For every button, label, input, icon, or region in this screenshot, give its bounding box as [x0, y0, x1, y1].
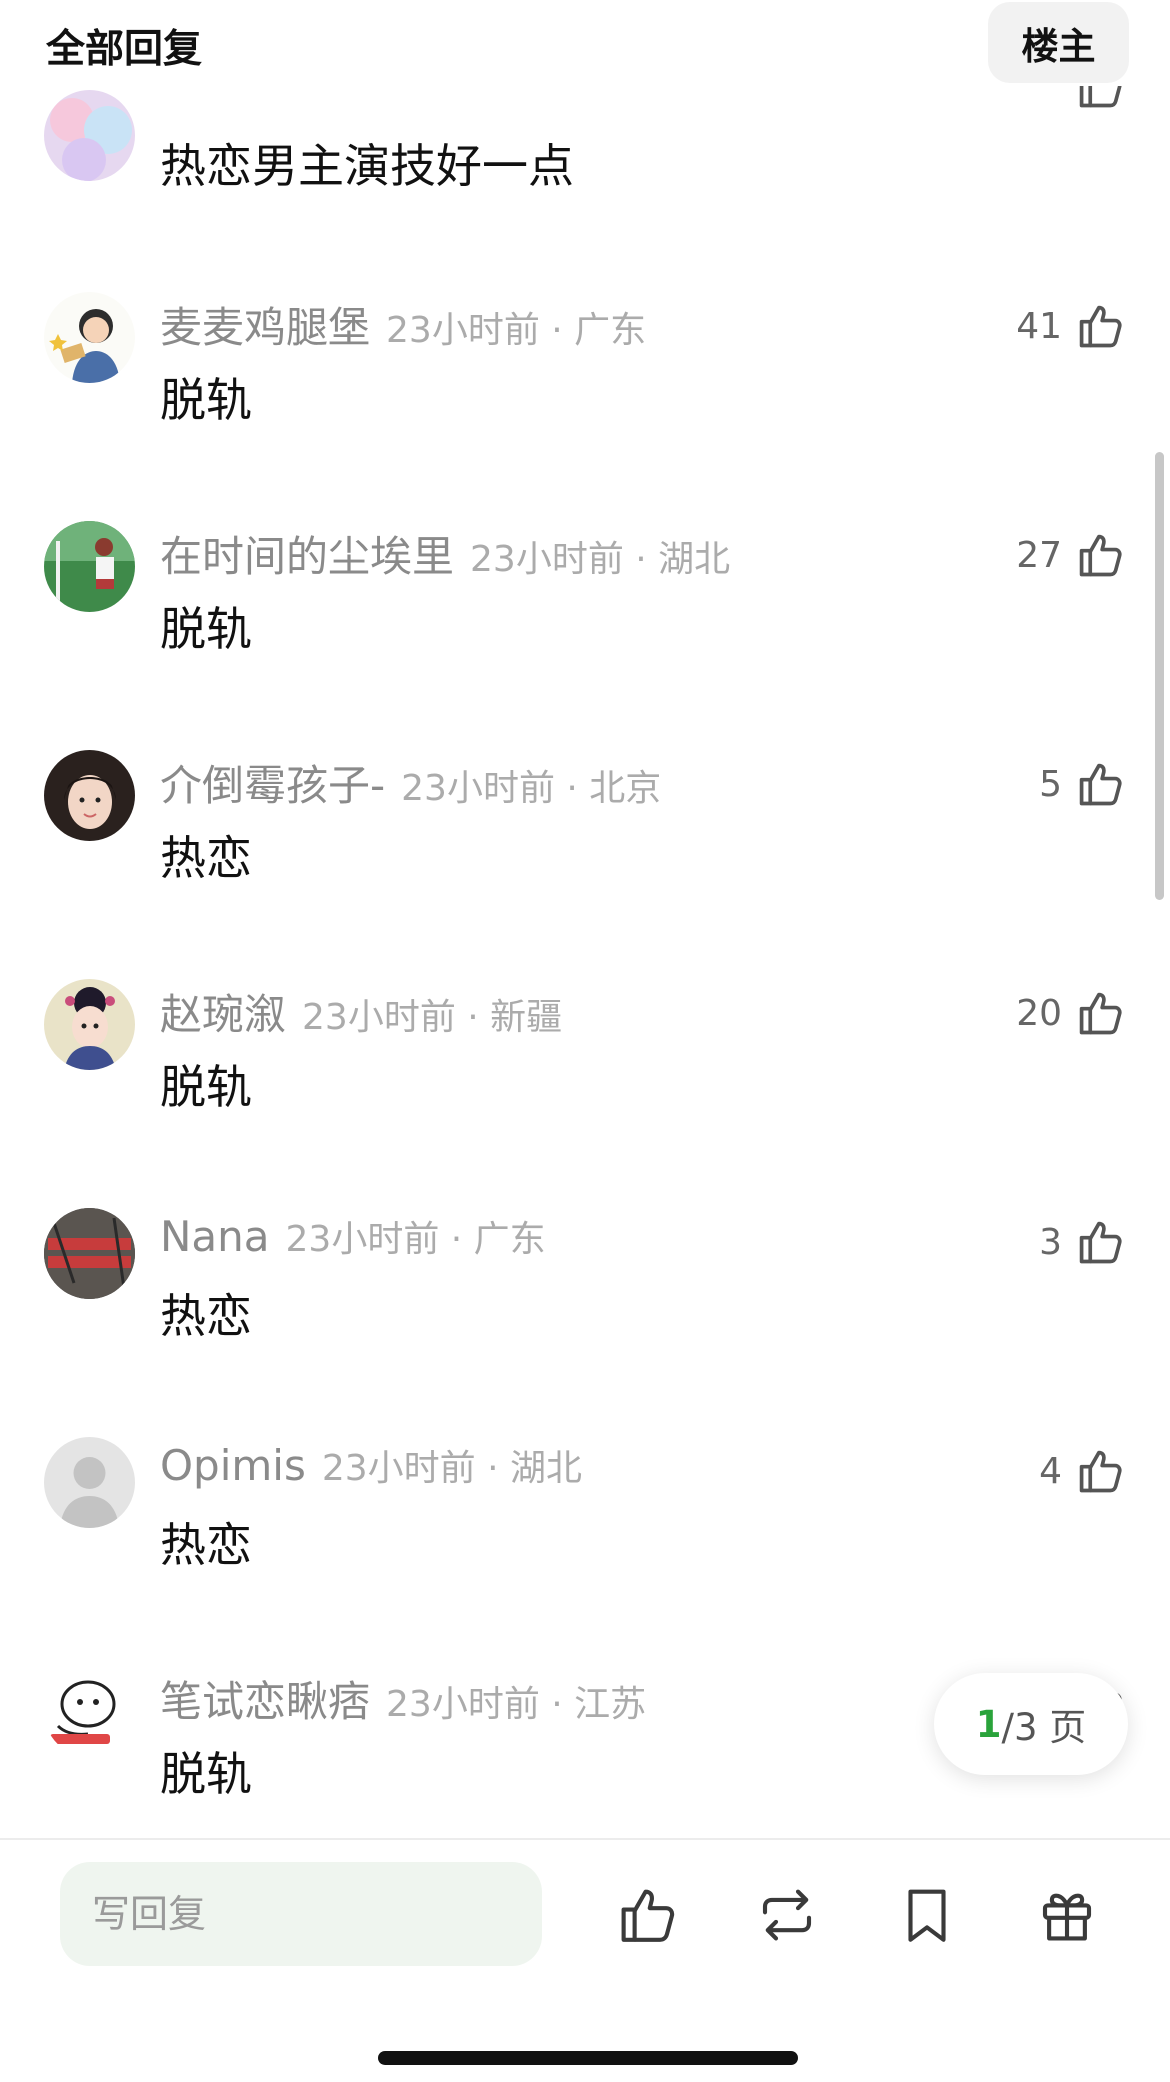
comment-meta: 在时间的尘埃里 23小时前 · 湖北	[160, 523, 730, 581]
like-count: 41	[1016, 305, 1062, 347]
like-button[interactable]: 41	[1016, 296, 1126, 356]
thumb-up-icon	[1079, 1221, 1122, 1264]
like-button[interactable]: 5	[1039, 754, 1126, 814]
comment-text: 脱轨	[160, 373, 252, 427]
like-count: 3	[1039, 1221, 1062, 1263]
comment-meta: 麦麦鸡腿堡 23小时前 · 广东	[160, 294, 646, 352]
current-page: 1	[975, 1702, 1002, 1746]
comment-list[interactable]: 热恋男主演技好一点 麦麦鸡腿堡 23小时前 · 广东 脱轨 41 在时间的尘埃里…	[0, 0, 1170, 1838]
header: 全部回复 楼主	[0, 0, 1170, 86]
thumb-up-icon	[1079, 1450, 1122, 1493]
thumb-up-icon[interactable]	[614, 1882, 680, 1948]
home-indicator[interactable]	[378, 2051, 798, 2065]
timestamp-location: 23小时前 · 广东	[285, 1219, 546, 1260]
comment-item: 热恋男主演技好一点	[0, 58, 1170, 258]
comment-meta: Nana 23小时前 · 广东	[160, 1210, 546, 1261]
comment-meta: 赵琬溆 23小时前 · 新疆	[160, 981, 562, 1039]
username[interactable]: 赵琬溆	[160, 981, 286, 1042]
timestamp-location: 23小时前 · 江苏	[386, 1684, 647, 1725]
username[interactable]: Nana	[160, 1212, 270, 1261]
reply-input[interactable]	[60, 1862, 542, 1966]
username[interactable]: 介倒霉孩子-	[160, 752, 385, 813]
like-count: 27	[1016, 534, 1062, 576]
username[interactable]: Opimis	[160, 1441, 306, 1490]
page-title: 全部回复	[46, 27, 203, 72]
like-count: 20	[1016, 992, 1062, 1034]
comment-text: 热恋	[160, 1518, 252, 1572]
avatar[interactable]	[44, 1437, 135, 1528]
timestamp-location: 23小时前 · 湖北	[321, 1448, 582, 1489]
timestamp-location: 23小时前 · 北京	[401, 768, 662, 809]
avatar[interactable]	[44, 750, 135, 841]
comment-meta: Opimis 23小时前 · 湖北	[160, 1439, 582, 1490]
comment-item: 在时间的尘埃里 23小时前 · 湖北 脱轨 27	[0, 521, 1170, 721]
comment-item: 赵琬溆 23小时前 · 新疆 脱轨 20	[0, 979, 1170, 1179]
like-count: 5	[1039, 763, 1062, 805]
avatar[interactable]	[44, 1208, 135, 1299]
like-count: 4	[1039, 1450, 1062, 1492]
thumb-up-icon	[1079, 534, 1122, 577]
username[interactable]: 笔试恋瞅痞	[160, 1668, 370, 1729]
avatar[interactable]	[44, 1666, 135, 1757]
op-only-button[interactable]: 楼主	[988, 2, 1129, 83]
bookmark-icon[interactable]	[894, 1882, 960, 1948]
gift-icon[interactable]	[1034, 1882, 1100, 1948]
username[interactable]: 在时间的尘埃里	[160, 523, 454, 584]
comment-meta: 介倒霉孩子- 23小时前 · 北京	[160, 752, 661, 810]
avatar[interactable]	[44, 979, 135, 1070]
timestamp-location: 23小时前 · 湖北	[470, 539, 731, 580]
thumb-up-icon	[1079, 763, 1122, 806]
comment-text: 热恋	[160, 1289, 252, 1343]
avatar[interactable]	[44, 90, 135, 181]
page-indicator[interactable]: 1/3 页	[934, 1673, 1128, 1775]
like-button[interactable]: 20	[1016, 983, 1126, 1043]
avatar[interactable]	[44, 292, 135, 383]
comment-text: 热恋	[160, 831, 252, 885]
timestamp-location: 23小时前 · 新疆	[302, 997, 563, 1038]
comment-item: 麦麦鸡腿堡 23小时前 · 广东 脱轨 41	[0, 292, 1170, 492]
like-button[interactable]: 3	[1039, 1212, 1126, 1272]
comment-item: Nana 23小时前 · 广东 热恋 3	[0, 1208, 1170, 1408]
comment-text: 脱轨	[160, 1747, 252, 1801]
avatar[interactable]	[44, 521, 135, 612]
timestamp-location: 23小时前 · 广东	[386, 310, 647, 351]
thumb-up-icon	[1079, 992, 1122, 1035]
comment-item: Opimis 23小时前 · 湖北 热恋 4	[0, 1437, 1170, 1637]
thumb-up-icon	[1079, 305, 1122, 348]
like-button[interactable]: 4	[1039, 1441, 1126, 1501]
username[interactable]: 麦麦鸡腿堡	[160, 294, 370, 355]
scrollbar[interactable]	[1155, 452, 1164, 900]
comment-meta: 笔试恋瞅痞 23小时前 · 江苏	[160, 1668, 646, 1726]
bottom-bar	[0, 1838, 1170, 2082]
total-pages: /3 页	[1001, 1706, 1087, 1749]
comment-item: 介倒霉孩子- 23小时前 · 北京 热恋 5	[0, 750, 1170, 950]
like-button[interactable]: 27	[1016, 525, 1126, 585]
comment-text: 热恋男主演技好一点	[160, 139, 574, 193]
repost-icon[interactable]	[754, 1882, 820, 1948]
comment-text: 脱轨	[160, 1060, 252, 1114]
comment-text: 脱轨	[160, 602, 252, 656]
